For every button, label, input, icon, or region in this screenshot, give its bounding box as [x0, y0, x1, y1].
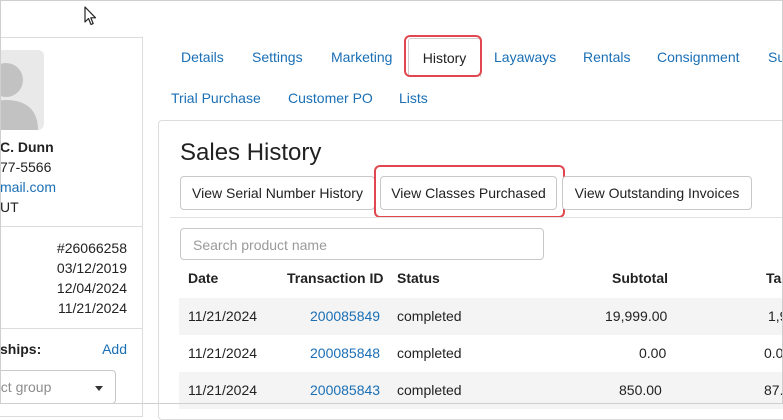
tab-details[interactable]: Details	[181, 49, 224, 65]
search-input[interactable]: Search product name	[180, 228, 544, 260]
view-outstanding-invoices-button[interactable]: View Outstanding Invoices	[562, 176, 752, 210]
add-relationship-link[interactable]: Add	[102, 341, 127, 357]
tab-su[interactable]: Su	[768, 49, 783, 65]
column-header-tax: Ta	[766, 270, 782, 286]
cell-status: completed	[397, 382, 462, 398]
tab-trial-purchase[interactable]: Trial Purchase	[171, 90, 261, 106]
table-row[interactable]: 11/21/2024 200085843 completed 850.00 87…	[179, 372, 783, 409]
group-select[interactable]: ect group	[0, 370, 116, 404]
tab-history-label: History	[422, 50, 467, 66]
cell-tax: 0.0	[764, 345, 783, 361]
tab-layaways[interactable]: Layaways	[494, 49, 556, 65]
customer-phone: 77-5566	[0, 159, 52, 175]
group-select-placeholder: ect group	[0, 379, 52, 395]
tab-settings[interactable]: Settings	[252, 49, 303, 65]
customer-number: #26066258	[56, 240, 127, 256]
avatar	[0, 50, 44, 130]
tab-lists[interactable]: Lists	[399, 90, 428, 106]
cell-subtotal: 0.00	[639, 345, 667, 361]
search-placeholder: Search product name	[193, 237, 327, 253]
divider	[0, 226, 143, 227]
customer-email-link[interactable]: mail.com	[0, 179, 56, 195]
tab-consignment[interactable]: Consignment	[657, 49, 740, 65]
tab-history[interactable]: History	[408, 38, 481, 77]
relationships-label: ships:	[0, 341, 42, 357]
cell-subtotal: 850.00	[619, 382, 662, 398]
cell-date: 11/21/2024	[188, 345, 258, 361]
customer-date: 12/04/2024	[56, 280, 127, 296]
customer-last-purchase-date: 11/21/2024	[57, 300, 127, 316]
view-serial-number-history-button[interactable]: View Serial Number History	[180, 176, 375, 210]
tab-customer-po[interactable]: Customer PO	[288, 90, 373, 106]
column-header-transaction-id: Transaction ID	[287, 270, 384, 286]
cell-status: completed	[397, 308, 462, 324]
customer-state: UT	[0, 199, 19, 215]
table-row[interactable]: 11/21/2024 200085848 completed 0.00 0.0	[179, 335, 783, 372]
customer-created-date: 03/12/2019	[56, 260, 127, 276]
cell-status: completed	[397, 345, 462, 361]
tab-marketing[interactable]: Marketing	[331, 49, 392, 65]
page-title: Sales History	[180, 139, 322, 166]
column-header-subtotal: Subtotal	[612, 270, 668, 286]
divider	[170, 217, 783, 218]
cell-tax: 87.5	[764, 382, 783, 398]
transaction-id-link[interactable]: 200085843	[310, 382, 380, 398]
table-row[interactable]: 11/21/2024 200085849 completed 19,999.00…	[179, 298, 783, 335]
tab-rentals[interactable]: Rentals	[583, 49, 630, 65]
column-header-date: Date	[188, 270, 219, 286]
cell-subtotal: 19,999.00	[605, 308, 668, 324]
transaction-id-link[interactable]: 200085849	[310, 308, 380, 324]
cell-date: 11/21/2024	[188, 308, 258, 324]
user-silhouette-icon	[0, 63, 38, 130]
cell-tax: 1,999.9	[768, 308, 783, 324]
mouse-pointer-icon	[84, 6, 97, 26]
divider	[0, 328, 143, 329]
customer-name: C. Dunn	[0, 139, 54, 155]
column-header-status: Status	[397, 270, 440, 286]
view-classes-purchased-button[interactable]: View Classes Purchased	[380, 176, 557, 210]
customer-panel: C. Dunn 77-5566 mail.com UT #26066258 03…	[0, 37, 143, 417]
transaction-id-link[interactable]: 200085848	[310, 345, 380, 361]
cell-date: 11/21/2024	[188, 382, 258, 398]
caret-down-icon	[95, 386, 103, 391]
